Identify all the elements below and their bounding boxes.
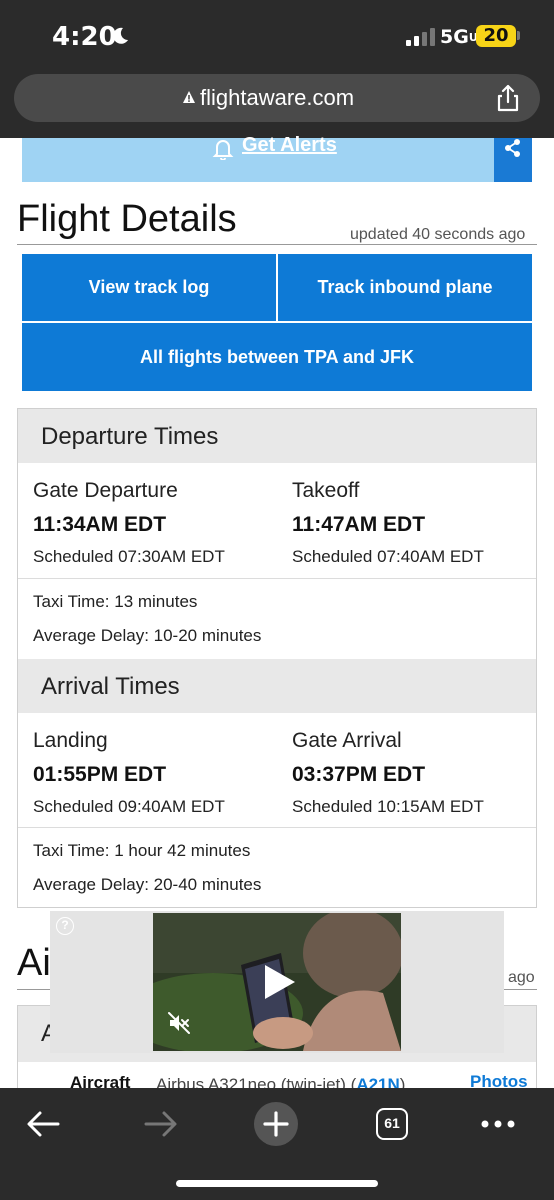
arrival-divider xyxy=(18,827,536,828)
gate-arrival-scheduled: Scheduled 10:15AM EDT xyxy=(292,797,484,816)
address-bar[interactable]: flightaware.com xyxy=(14,74,540,122)
share-icon[interactable] xyxy=(492,82,524,114)
share-nodes-icon xyxy=(505,139,520,157)
all-flights-button[interactable]: All flights between TPA and JFK xyxy=(22,323,532,391)
takeoff-label: Takeoff xyxy=(292,479,360,502)
aircraft-section-title: Ai xyxy=(17,942,51,984)
cellular-signal-icon xyxy=(406,28,435,46)
view-track-log-button[interactable]: View track log xyxy=(22,254,276,321)
new-tab-button[interactable] xyxy=(252,1100,300,1148)
plus-circle-icon xyxy=(254,1102,298,1146)
get-alerts-bar[interactable]: Get Alerts xyxy=(22,134,494,182)
arrow-right-icon xyxy=(144,1111,177,1137)
more-dots-icon xyxy=(481,1120,515,1128)
video-ad[interactable]: ? xyxy=(50,911,504,1053)
takeoff-block: Takeoff 11:47AM EDT Scheduled 07:40AM ED… xyxy=(292,479,484,567)
landing-time: 01:55PM EDT xyxy=(33,763,167,786)
arrow-left-icon xyxy=(27,1111,60,1137)
do-not-disturb-moon-icon xyxy=(113,27,128,44)
landing-scheduled: Scheduled 09:40AM EDT xyxy=(33,797,225,816)
landing-block: Landing 01:55PM EDT Scheduled 09:40AM ED… xyxy=(33,729,225,817)
tab-count: 61 xyxy=(376,1108,408,1140)
arrival-average-delay: Average Delay: 20-40 minutes xyxy=(33,875,262,894)
gate-departure-label: Gate Departure xyxy=(33,479,178,502)
get-alerts-link[interactable]: Get Alerts xyxy=(242,134,337,157)
home-indicator xyxy=(176,1180,378,1187)
arrival-taxi-time: Taxi Time: 1 hour 42 minutes xyxy=(33,841,251,860)
status-time: 4:20 xyxy=(52,22,117,52)
title-divider xyxy=(17,244,537,245)
more-menu-button[interactable] xyxy=(474,1100,522,1148)
departure-times-header: Departure Times xyxy=(18,409,536,463)
forward-button[interactable] xyxy=(136,1100,184,1148)
browser-top-chrome: 4:20 5GUC 20 flightaware.com xyxy=(0,0,554,138)
url-text[interactable]: flightaware.com xyxy=(200,85,354,111)
back-button[interactable] xyxy=(20,1100,68,1148)
tab-switcher-button[interactable]: 61 xyxy=(368,1100,416,1148)
departure-times-heading: Departure Times xyxy=(41,423,219,450)
updated-timestamp: updated 40 seconds ago xyxy=(350,226,526,243)
departure-taxi-time: Taxi Time: 13 minutes xyxy=(33,592,198,611)
aircraft-updated-timestamp: ago xyxy=(508,969,535,986)
warning-triangle-icon xyxy=(183,91,195,103)
takeoff-time: 11:47AM EDT xyxy=(292,513,426,536)
gate-arrival-block: Gate Arrival 03:37PM EDT Scheduled 10:15… xyxy=(292,729,484,817)
ad-info-icon[interactable]: ? xyxy=(56,917,74,935)
gate-departure-block: Gate Departure 11:34AM EDT Scheduled 07:… xyxy=(33,479,225,567)
gate-departure-time: 11:34AM EDT xyxy=(33,513,167,536)
gate-departure-scheduled: Scheduled 07:30AM EDT xyxy=(33,547,225,566)
page-title: Flight Details xyxy=(17,198,237,240)
play-icon[interactable] xyxy=(263,963,297,1001)
landing-label: Landing xyxy=(33,729,108,752)
departure-average-delay: Average Delay: 10-20 minutes xyxy=(33,626,262,645)
gate-arrival-label: Gate Arrival xyxy=(292,729,402,752)
flight-times-card: Departure Times Gate Departure 11:34AM E… xyxy=(17,408,537,908)
flight-actions: View track log Track inbound plane All f… xyxy=(22,254,532,391)
departure-divider xyxy=(18,578,536,579)
share-alerts-button[interactable] xyxy=(494,138,532,182)
takeoff-scheduled: Scheduled 07:40AM EDT xyxy=(292,547,484,566)
muted-speaker-icon[interactable] xyxy=(167,1011,191,1035)
arrival-times-heading: Arrival Times xyxy=(41,673,180,700)
ad-video-player[interactable] xyxy=(153,913,401,1051)
bell-icon xyxy=(212,140,234,160)
gate-arrival-time: 03:37PM EDT xyxy=(292,763,426,786)
battery-tip xyxy=(517,31,520,40)
battery-indicator: 20 xyxy=(476,25,516,47)
track-inbound-plane-button[interactable]: Track inbound plane xyxy=(278,254,532,321)
arrival-times-header: Arrival Times xyxy=(18,659,536,713)
